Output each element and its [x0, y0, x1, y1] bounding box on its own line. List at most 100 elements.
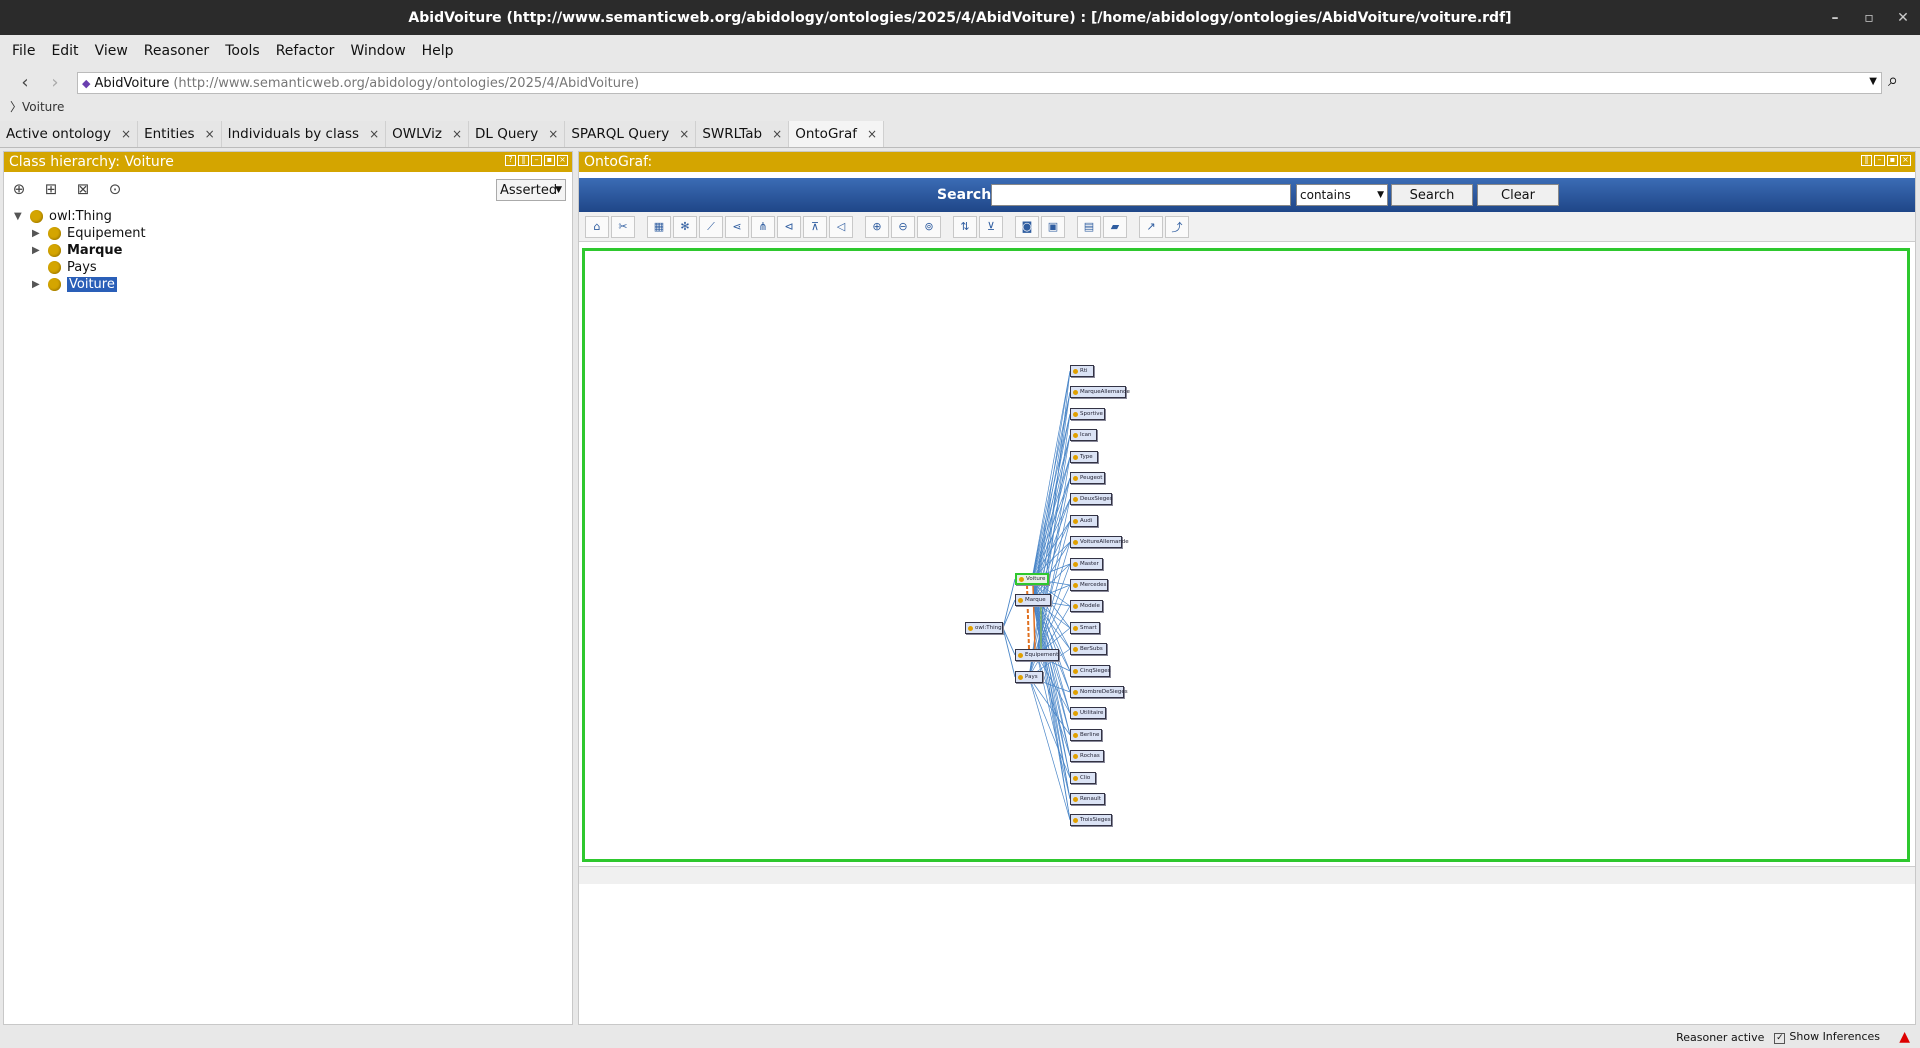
tree-node-equipement[interactable]: ▶ Equipement	[14, 225, 146, 242]
close-tab-icon[interactable]: ×	[679, 127, 689, 141]
tree-right-icon[interactable]: ◁	[829, 215, 853, 238]
vertical-directed-icon[interactable]: ⊼	[803, 215, 827, 238]
menu-reasoner[interactable]: Reasoner	[136, 43, 217, 59]
remove-node-icon[interactable]: ✂	[611, 215, 635, 238]
graph-node-marqueallemande[interactable]: MarqueAllemande	[1070, 386, 1130, 398]
close-tab-icon[interactable]: ×	[452, 127, 462, 141]
menu-help[interactable]: Help	[414, 43, 462, 59]
minimize-panel-icon[interactable]: –	[1874, 155, 1885, 166]
menu-edit[interactable]: Edit	[43, 43, 86, 59]
tab-swrltab[interactable]: SWRLTab ×	[696, 121, 790, 147]
tab-active-ontology[interactable]: Active ontology ×	[0, 121, 139, 147]
breadcrumb-item[interactable]: Voiture	[22, 100, 64, 114]
ontology-address-field[interactable]: ◆ AbidVoiture (http://www.semanticweb.or…	[77, 72, 1882, 94]
graph-node-rochas[interactable]: Rochas	[1070, 750, 1104, 762]
graph-node-ican[interactable]: Ican	[1070, 429, 1097, 441]
collapsed-triangle-icon[interactable]: ▶	[32, 279, 44, 290]
graph-node-owl-thing[interactable]: owl:Thing	[965, 622, 1003, 634]
tree-node-owl-thing[interactable]: ▼ owl:Thing	[14, 208, 146, 225]
horizontal-scrollbar[interactable]	[579, 866, 1915, 884]
close-tab-icon[interactable]: ×	[369, 127, 379, 141]
close-panel-icon[interactable]: ×	[557, 155, 568, 166]
pin-icon[interactable]: ⤴	[1165, 215, 1189, 238]
hierarchy-mode-select[interactable]: Asserted ▼	[496, 179, 566, 201]
tree-node-voiture[interactable]: ▶ Voiture	[14, 276, 146, 293]
delete-class-icon[interactable]: ⊠	[72, 178, 94, 200]
menu-window[interactable]: Window	[342, 43, 413, 59]
zoom-fit-icon[interactable]: ⊚	[917, 215, 941, 238]
maximize-icon[interactable]: ▫	[1852, 10, 1886, 26]
graph-node-renault[interactable]: Renault	[1070, 793, 1105, 805]
vertical-tree-icon[interactable]: ⋔	[751, 215, 775, 238]
tree-node-marque[interactable]: ▶ Marque	[14, 242, 146, 259]
menu-tools[interactable]: Tools	[217, 43, 268, 59]
menu-view[interactable]: View	[87, 43, 136, 59]
graph-node-pays[interactable]: Pays	[1015, 671, 1043, 683]
graph-node-bersubs[interactable]: BerSubs	[1070, 643, 1107, 655]
save-icon[interactable]: ▤	[1077, 215, 1101, 238]
tree-node-pays[interactable]: Pays	[14, 259, 146, 276]
graph-node-deuxsieges[interactable]: DeuxSieges	[1070, 493, 1113, 505]
radial-layout-icon[interactable]: ⟋	[699, 215, 723, 238]
graph-node-marque[interactable]: Marque	[1015, 594, 1051, 606]
graph-node-audi[interactable]: Audi	[1070, 515, 1098, 527]
filter-nodes-icon[interactable]: ⊻	[979, 215, 1003, 238]
collapsed-triangle-icon[interactable]: ▶	[32, 228, 44, 239]
help-icon[interactable]: ?	[505, 155, 516, 166]
horizontal-directed-icon[interactable]: ⊲	[777, 215, 801, 238]
search-button[interactable]: Search	[1391, 184, 1473, 206]
graph-node-master[interactable]: Master	[1070, 558, 1103, 570]
split-icon[interactable]: ‖	[1861, 155, 1872, 166]
minimize-panel-icon[interactable]: –	[531, 155, 542, 166]
export-image-icon[interactable]: ▣	[1041, 215, 1065, 238]
close-tab-icon[interactable]: ×	[205, 127, 215, 141]
match-mode-select[interactable]: contains ▼	[1296, 184, 1388, 206]
graph-node-voitureallemande[interactable]: VoitureAllemande	[1070, 536, 1129, 548]
target-icon[interactable]: ⊙	[104, 178, 126, 200]
tab-entities[interactable]: Entities ×	[138, 121, 222, 147]
add-sibling-icon[interactable]: ⊞	[40, 178, 62, 200]
clear-button[interactable]: Clear	[1477, 184, 1559, 206]
graph-node-utilitaire[interactable]: Utilitaire	[1070, 707, 1106, 719]
graph-canvas[interactable]: owl:Thing Voiture Marque Equipement Pays Rti M…	[582, 248, 1910, 862]
search-icon[interactable]: ⌕	[1888, 70, 1898, 91]
graph-node-equipement[interactable]: Equipement	[1015, 649, 1059, 661]
tab-individuals-by-class[interactable]: Individuals by class ×	[221, 121, 387, 147]
maximize-panel-icon[interactable]: ▪	[544, 155, 555, 166]
checkbox-checked-icon[interactable]: ✓	[1774, 1032, 1786, 1044]
open-folder-icon[interactable]: ▰	[1103, 215, 1127, 238]
graph-node-sportive[interactable]: Sportive	[1070, 408, 1105, 420]
menu-file[interactable]: File	[4, 43, 43, 59]
collapsed-triangle-icon[interactable]: ▶	[32, 245, 44, 256]
graph-node-cinqsieges[interactable]: CinqSieges	[1070, 665, 1111, 677]
search-input[interactable]	[991, 184, 1291, 206]
forward-arrow-icon[interactable]: ›	[40, 72, 70, 93]
graph-node-clio[interactable]: Clio	[1070, 772, 1096, 784]
graph-node-berline[interactable]: Berline	[1070, 729, 1102, 741]
graph-node-nombredesieges[interactable]: NombreDeSieges	[1070, 686, 1128, 698]
chevron-down-icon[interactable]: ▼	[1869, 76, 1877, 87]
close-tab-icon[interactable]: ×	[121, 127, 131, 141]
home-icon[interactable]: ⌂	[585, 215, 609, 238]
export-icon[interactable]: ↗	[1139, 215, 1163, 238]
graph-node-smart[interactable]: Smart	[1070, 622, 1100, 634]
filter-arcs-icon[interactable]: ⇅	[953, 215, 977, 238]
tab-dl-query[interactable]: DL Query ×	[469, 121, 566, 147]
tab-owlviz[interactable]: OWLViz ×	[386, 121, 469, 147]
graph-node-voiture[interactable]: Voiture	[1015, 573, 1049, 585]
zoom-out-icon[interactable]: ⊖	[891, 215, 915, 238]
close-tab-icon[interactable]: ×	[548, 127, 558, 141]
show-inferences-toggle[interactable]: ✓ Show Inferences	[1774, 1030, 1880, 1044]
horizontal-tree-icon[interactable]: ⋖	[725, 215, 749, 238]
warning-icon[interactable]: ▲	[1899, 1029, 1910, 1045]
grid-layout-icon[interactable]: ▦	[647, 215, 671, 238]
expanded-triangle-icon[interactable]: ▼	[14, 211, 26, 222]
graph-node-troissieges[interactable]: TroisSieges	[1070, 814, 1112, 826]
split-icon[interactable]: ‖	[518, 155, 529, 166]
zoom-in-icon[interactable]: ⊕	[865, 215, 889, 238]
close-tab-icon[interactable]: ×	[867, 127, 877, 141]
close-panel-icon[interactable]: ×	[1900, 155, 1911, 166]
camera-icon[interactable]: ◙	[1015, 215, 1039, 238]
add-subclass-icon[interactable]: ⊕	[8, 178, 30, 200]
graph-node-rti[interactable]: Rti	[1070, 365, 1094, 377]
